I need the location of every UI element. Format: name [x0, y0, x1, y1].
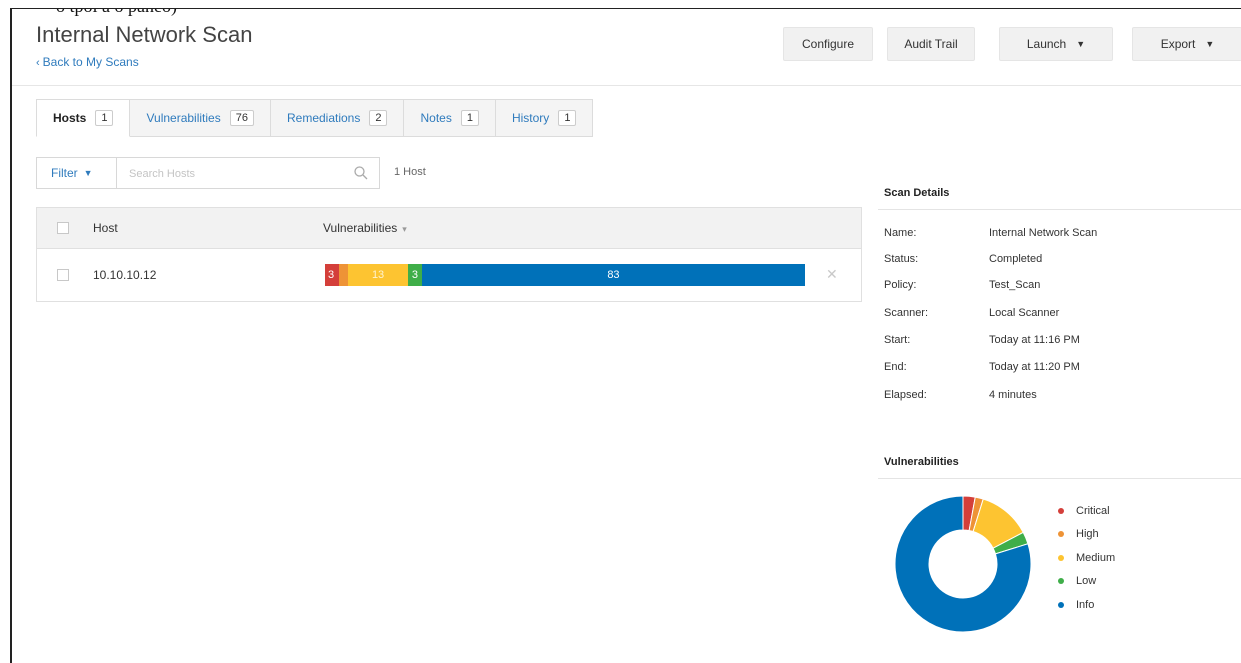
- header-divider: [12, 85, 1241, 86]
- vulnerability-bar[interactable]: 3 13 3 83: [325, 264, 805, 286]
- search-box: [116, 157, 380, 189]
- tab-count-badge: 76: [229, 110, 254, 126]
- tab-label: Vulnerabilities: [146, 111, 221, 125]
- export-label: Export: [1160, 37, 1196, 51]
- audit-trail-button[interactable]: Audit Trail: [887, 27, 975, 61]
- configure-button[interactable]: Configure: [783, 27, 873, 61]
- detail-label-start: Start:: [884, 334, 911, 346]
- detail-value-elapsed: 4 minutes: [989, 389, 1037, 401]
- bar-segment-high[interactable]: [338, 264, 349, 286]
- panel-divider: [878, 478, 1241, 479]
- launch-label: Launch: [1026, 37, 1067, 51]
- select-all-checkbox[interactable]: [57, 222, 69, 234]
- column-header-host[interactable]: Host: [93, 221, 118, 235]
- back-link-label: Back to My Scans: [42, 55, 139, 69]
- tab-count-badge: 1: [95, 110, 114, 126]
- detail-label-status: Status:: [884, 253, 919, 265]
- search-icon[interactable]: [353, 165, 369, 181]
- legend-label: Critical: [1076, 504, 1110, 517]
- launch-button[interactable]: Launch ▼: [999, 27, 1113, 61]
- column-header-label: Vulnerabilities: [323, 221, 398, 235]
- tab-hosts[interactable]: Hosts 1: [36, 99, 131, 137]
- legend-dot-low: [1058, 578, 1064, 585]
- legend-label: Low: [1076, 575, 1097, 588]
- table-header: Host Vulnerabilities ▾: [37, 208, 861, 249]
- legend-label: Medium: [1076, 551, 1116, 564]
- filter-label: Filter: [51, 166, 78, 180]
- close-icon[interactable]: ✕: [826, 266, 838, 283]
- tab-count-badge: 1: [460, 110, 479, 126]
- detail-value-policy: Test_Scan: [989, 279, 1041, 291]
- scan-details-title: Scan Details: [884, 187, 950, 199]
- detail-value-end: Today at 11:20 PM: [989, 361, 1080, 373]
- panel-divider: [878, 209, 1241, 210]
- row-checkbox[interactable]: [57, 269, 69, 281]
- tab-vulnerabilities[interactable]: Vulnerabilities 76: [130, 99, 271, 137]
- detail-label-elapsed: Elapsed:: [884, 389, 927, 401]
- donut-legend: Critical High Medium Low Info: [1058, 499, 1115, 617]
- vulnerability-donut-chart[interactable]: [888, 489, 1038, 639]
- detail-value-name: Internal Network Scan: [989, 227, 1098, 239]
- caret-down-icon: ▼: [1076, 39, 1086, 49]
- tab-history[interactable]: History 1: [495, 99, 594, 137]
- bar-segment-info[interactable]: 83: [421, 264, 805, 286]
- legend-label: High: [1076, 528, 1099, 541]
- legend-dot-high: [1058, 531, 1064, 538]
- vulnerabilities-chart-title: Vulnerabilities: [884, 456, 959, 468]
- audit-trail-label: Audit Trail: [904, 37, 958, 51]
- tab-count-badge: 1: [558, 110, 577, 126]
- detail-label-policy: Policy:: [884, 279, 917, 291]
- tab-label: History: [511, 111, 550, 125]
- tab-notes[interactable]: Notes 1: [404, 99, 496, 137]
- host-ip[interactable]: 10.10.10.12: [93, 268, 156, 282]
- tab-label: Hosts: [53, 111, 87, 125]
- legend-dot-medium: [1058, 554, 1064, 561]
- legend-item-medium[interactable]: Medium: [1058, 546, 1115, 570]
- bar-segment-medium[interactable]: 13: [348, 264, 409, 286]
- detail-label-scanner: Scanner:: [884, 307, 929, 319]
- detail-label-end: End:: [884, 361, 907, 373]
- hosts-table: Host Vulnerabilities ▾ 10.10.10.12 3 13 3 83…: [36, 207, 862, 302]
- tab-bar: Hosts 1 Vulnerabilities 76 Remediations …: [36, 99, 594, 137]
- detail-value-scanner: Local Scanner: [989, 307, 1060, 319]
- chevron-left-icon: ‹: [36, 57, 40, 69]
- caret-down-icon: ▼: [1205, 39, 1215, 49]
- app-frame: o tpoi a o paneo) Internal Network Scan …: [10, 8, 1241, 663]
- export-button[interactable]: Export ▼: [1132, 27, 1241, 61]
- host-count: 1 Host: [394, 166, 426, 178]
- legend-item-high[interactable]: High: [1058, 523, 1115, 547]
- legend-label: Info: [1076, 598, 1095, 611]
- detail-value-status: Completed: [989, 253, 1043, 265]
- detail-value-start: Today at 11:16 PM: [989, 334, 1080, 346]
- configure-label: Configure: [801, 37, 855, 51]
- sort-icon: ▾: [402, 224, 407, 234]
- page-title: Internal Network Scan: [36, 22, 253, 47]
- filter-button[interactable]: Filter ▼: [36, 157, 116, 189]
- legend-item-info[interactable]: Info: [1058, 593, 1115, 617]
- back-to-scans-link[interactable]: ‹ Back to My Scans: [36, 55, 139, 69]
- search-hosts-input[interactable]: [127, 159, 341, 189]
- tab-count-badge: 2: [369, 110, 388, 126]
- detail-label-name: Name:: [884, 227, 917, 239]
- legend-item-low[interactable]: Low: [1058, 570, 1115, 594]
- column-header-vulnerabilities[interactable]: Vulnerabilities ▾: [323, 221, 407, 235]
- tab-remediations[interactable]: Remediations 2: [270, 99, 405, 137]
- tab-label: Remediations: [286, 111, 361, 125]
- table-row[interactable]: 10.10.10.12 3 13 3 83 ✕: [37, 249, 861, 301]
- bar-segment-low[interactable]: 3: [408, 264, 422, 286]
- legend-dot-critical: [1058, 507, 1064, 514]
- legend-dot-info: [1058, 601, 1064, 608]
- bar-segment-critical[interactable]: 3: [325, 264, 339, 286]
- legend-item-critical[interactable]: Critical: [1058, 499, 1115, 523]
- clipped-top-text: o tpoi a o paneo): [56, 9, 177, 17]
- tab-label: Notes: [420, 111, 452, 125]
- caret-down-icon: ▼: [83, 168, 93, 178]
